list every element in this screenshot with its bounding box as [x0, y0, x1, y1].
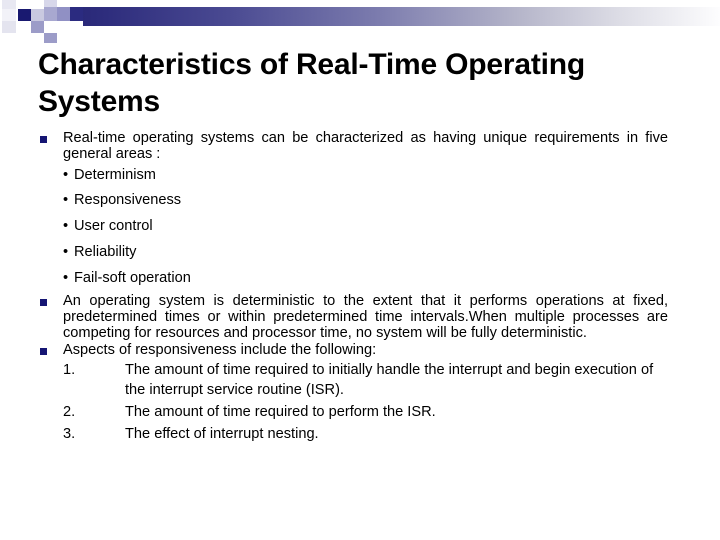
bullet-item-2-text: An operating system is deterministic to …: [63, 292, 668, 342]
deco-square-7: [31, 0, 44, 9]
bullet-item-2: An operating system is deterministic to …: [38, 293, 668, 342]
deco-square-9: [31, 21, 44, 33]
deco-square-10: [44, 0, 57, 7]
dot-bullet-icon: •: [63, 218, 69, 235]
deco-square-14: [57, 21, 70, 33]
deco-square-1: [18, 9, 31, 21]
deco-square-2: [2, 0, 16, 9]
page-title: Characteristics of Real-Time Operating S…: [38, 48, 586, 119]
sub-bullet-item: • Determinism: [63, 163, 668, 189]
numbered-list: 1. The amount of time required to initial…: [63, 360, 668, 445]
bullet-item-1-text: Real-time operating systems can be chara…: [63, 130, 668, 163]
deco-square-18: [31, 33, 44, 43]
numbered-list-item-text: The amount of time required to initially…: [125, 361, 654, 399]
deco-square-3: [2, 9, 16, 21]
numbered-list-item: 3. The effect of interrupt nesting.: [63, 424, 668, 445]
numbered-list-item: 1. The amount of time required to initial…: [63, 360, 668, 401]
deco-square-4: [2, 21, 16, 33]
sub-bullet-item: • Fail-soft operation: [63, 266, 668, 292]
numbered-list-item-number: 2.: [63, 404, 76, 421]
deco-square-16: [70, 7, 83, 21]
square-bullet-icon: [40, 298, 47, 306]
square-bullet-icon: [40, 348, 47, 356]
numbered-list-item-number: 1.: [63, 361, 76, 378]
sub-bullet-item: • Responsiveness: [63, 188, 668, 214]
numbered-list-item-number: 3.: [63, 425, 76, 442]
header-gradient-bar: [38, 7, 720, 26]
deco-square-12: [44, 21, 57, 33]
deco-square-19: [44, 33, 57, 43]
numbered-list-item-text: The amount of time required to perform t…: [125, 404, 436, 421]
deco-square-11: [44, 7, 57, 21]
sub-bullet-label: Fail-soft operation: [74, 269, 191, 286]
deco-square-5: [18, 0, 31, 9]
dot-bullet-icon: •: [63, 192, 69, 209]
bullet-item-3: Aspects of responsiveness include the fo…: [38, 342, 668, 444]
numbered-list-item: 2. The amount of time required to perform…: [63, 402, 668, 423]
sub-bullet-item: • Reliability: [63, 240, 668, 266]
dot-bullet-icon: •: [63, 166, 69, 183]
square-bullet-icon: [40, 136, 47, 143]
bullet-item-1: Real-time operating systems can be chara…: [38, 130, 668, 292]
sub-bullet-item: • User control: [63, 214, 668, 240]
sub-bullet-label: Reliability: [74, 244, 137, 261]
numbered-list-item-text: The effect of interrupt nesting.: [125, 425, 319, 442]
dot-bullet-icon: •: [63, 244, 69, 261]
sub-bullet-label: Responsiveness: [74, 192, 182, 209]
slide-header-decoration: [0, 0, 720, 44]
deco-square-17: [70, 21, 83, 33]
deco-square-8: [31, 9, 44, 21]
dot-bullet-icon: •: [63, 269, 69, 286]
deco-square-6: [18, 21, 31, 33]
sub-bullet-label: User control: [74, 218, 153, 235]
deco-square-15: [70, 0, 83, 7]
deco-square-13: [57, 7, 70, 21]
sub-bullet-label: Determinism: [74, 166, 156, 183]
slide-body: Real-time operating systems can be chara…: [38, 130, 668, 446]
bullet-item-3-text: Aspects of responsiveness include the fo…: [63, 342, 377, 359]
sub-bullet-list: • Determinism • Responsiveness • User control…: [63, 163, 668, 292]
